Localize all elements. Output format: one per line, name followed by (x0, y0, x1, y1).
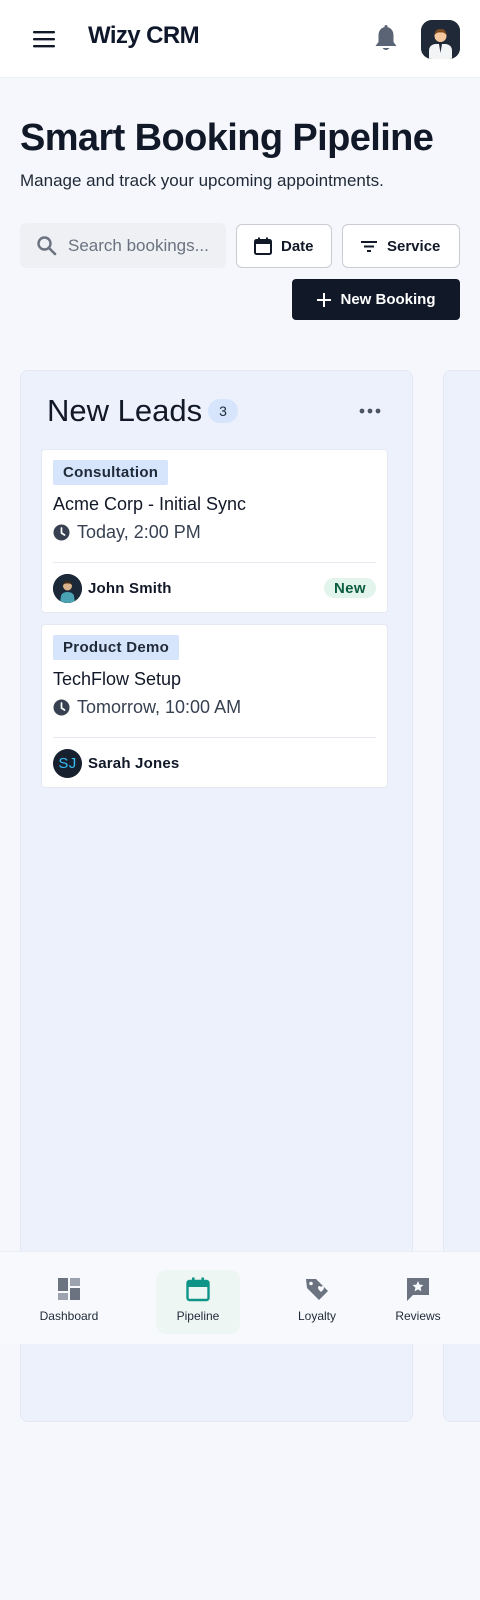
date-filter-button[interactable]: Date (236, 224, 332, 268)
nav-label: Dashboard (39, 1309, 99, 1323)
service-filter-button[interactable]: Service (342, 224, 460, 268)
service-tag: Product Demo (53, 635, 180, 660)
booking-card[interactable]: Product Demo TechFlow Setup Tomorrow, 10… (41, 624, 388, 788)
assignee-name: Sarah Jones (88, 755, 180, 772)
page-subtitle: Manage and track your upcoming appointme… (20, 171, 384, 190)
service-filter-label: Service (387, 237, 441, 255)
assignee-name: John Smith (88, 580, 172, 597)
assignee: SJ Sarah Jones (53, 749, 179, 778)
search-input[interactable] (68, 223, 218, 268)
booking-time-text: Today, 2:00 PM (77, 522, 201, 542)
column-title: New Leads (47, 393, 203, 428)
calendar-icon (254, 237, 272, 255)
clock-icon (53, 699, 70, 716)
bell-icon[interactable] (372, 24, 400, 54)
new-booking-label: New Booking (340, 291, 436, 308)
assignee: John Smith (53, 574, 172, 603)
page-title: Smart Booking Pipeline (20, 117, 434, 159)
calendar-icon (186, 1277, 210, 1302)
card-divider (53, 562, 376, 563)
avatar (53, 574, 82, 603)
nav-item-pipeline[interactable]: Pipeline (156, 1270, 240, 1334)
nav-item-reviews[interactable]: Reviews (376, 1270, 460, 1334)
dashboard-icon (58, 1278, 80, 1300)
top-app-bar: Wizy CRM (0, 0, 480, 78)
booking-time: Tomorrow, 10:00 AM (53, 697, 241, 718)
card-divider (53, 737, 376, 738)
date-filter-label: Date (281, 237, 314, 255)
booking-time-text: Tomorrow, 10:00 AM (77, 697, 242, 717)
booking-title: TechFlow Setup (53, 669, 182, 689)
search-icon (37, 236, 57, 256)
avatar: SJ (53, 749, 82, 778)
more-horizontal-icon[interactable] (357, 401, 383, 421)
menu-icon[interactable] (31, 26, 57, 52)
person-avatar-icon (53, 574, 82, 603)
search-bar[interactable] (20, 223, 226, 268)
plus-icon (317, 292, 332, 307)
nav-label: Reviews (395, 1309, 441, 1323)
new-booking-button[interactable]: New Booking (292, 279, 460, 320)
avatar-initials: SJ (58, 755, 77, 772)
column-count-badge: 3 (208, 399, 238, 423)
user-avatar[interactable] (421, 20, 460, 59)
app-title: Wizy CRM (88, 22, 200, 49)
nav-label: Pipeline (176, 1309, 220, 1323)
filter-icon (361, 241, 377, 252)
tag-heart-icon (306, 1279, 328, 1300)
nav-item-loyalty[interactable]: Loyalty (275, 1270, 359, 1334)
bottom-navigation: Dashboard Pipeline Loyalty Reviews (0, 1251, 480, 1344)
booking-title: Acme Corp - Initial Sync (53, 494, 247, 514)
status-badge: New (323, 578, 376, 598)
star-message-icon (407, 1278, 429, 1301)
user-avatar-icon (421, 20, 460, 59)
booking-card[interactable]: Consultation Acme Corp - Initial Sync To… (41, 449, 388, 613)
service-tag: Consultation (53, 460, 169, 485)
booking-time: Today, 2:00 PM (53, 522, 201, 543)
nav-label: Loyalty (297, 1309, 337, 1323)
nav-item-dashboard[interactable]: Dashboard (27, 1270, 111, 1334)
clock-icon (53, 524, 70, 541)
